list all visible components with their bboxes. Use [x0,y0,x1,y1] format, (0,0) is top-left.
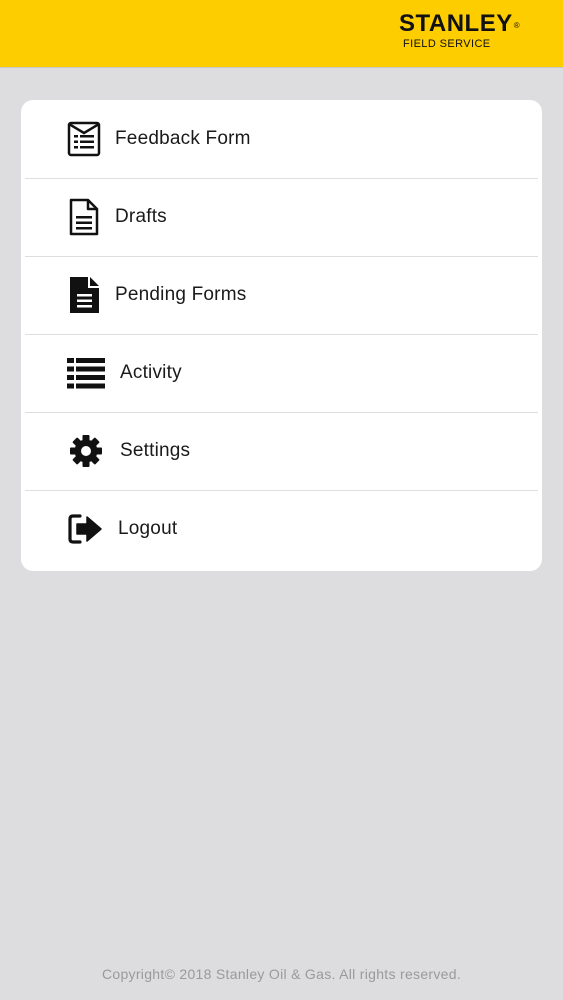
list-icon [66,355,106,391]
brand-name: STANLEY® [399,10,521,37]
stanley-logo: STANLEY® FIELD SERVICE [399,10,549,50]
feedback-form-icon [66,121,102,157]
menu-item-feedback-form[interactable]: Feedback Form [21,100,542,178]
menu-item-drafts[interactable]: Drafts [21,178,542,256]
menu-item-activity[interactable]: Activity [21,334,542,412]
brand-subtitle: FIELD SERVICE [403,38,491,50]
drafts-document-icon [66,198,102,236]
menu-item-label: Pending Forms [115,284,247,305]
logout-icon [67,511,103,547]
copyright-footer: Copyright© 2018 Stanley Oil & Gas. All r… [101,966,462,982]
menu-item-label: Activity [120,362,182,383]
menu-item-label: Logout [118,518,178,539]
app-header: STANLEY® FIELD SERVICE [0,0,563,68]
menu-item-label: Feedback Form [115,128,251,149]
menu-item-label: Drafts [115,206,167,227]
main-menu: Feedback Form Drafts Pending Forms Activ… [21,100,542,571]
pending-document-icon [66,277,102,313]
menu-item-pending-forms[interactable]: Pending Forms [21,256,542,334]
gear-icon [68,433,104,469]
menu-item-logout[interactable]: Logout [21,490,542,568]
menu-item-settings[interactable]: Settings [21,412,542,490]
menu-item-label: Settings [120,440,191,461]
